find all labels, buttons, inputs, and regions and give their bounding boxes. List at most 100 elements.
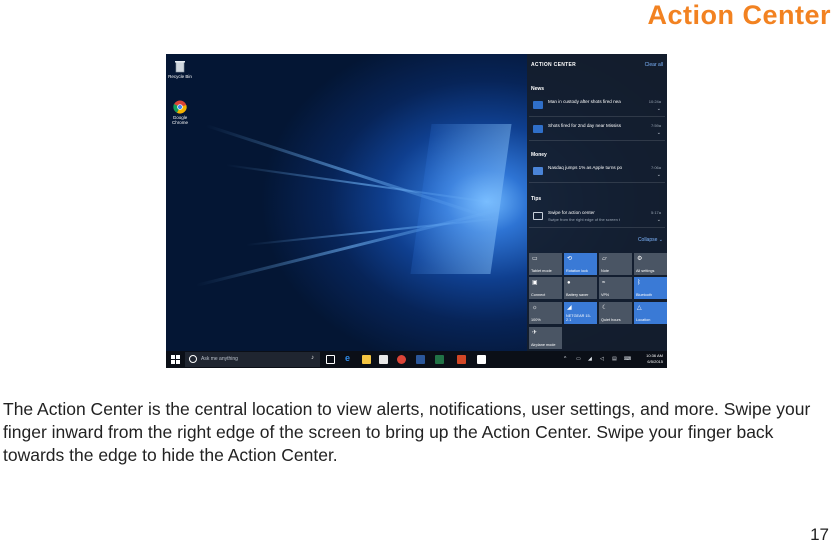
tile-label: All settings xyxy=(636,269,655,273)
task-view-icon[interactable] xyxy=(326,355,335,364)
rotation-lock-icon: ⟲ xyxy=(567,256,573,262)
tile-label: Battery saver xyxy=(566,293,589,297)
notification-news-1[interactable]: Man in custody after shots fired nea 10:… xyxy=(529,95,665,117)
connect-icon: ▣ xyxy=(532,280,538,286)
store-icon[interactable] xyxy=(379,355,388,364)
news-app-icon xyxy=(533,125,543,133)
excel-icon[interactable] xyxy=(435,355,444,364)
wifi-icon: ◢ xyxy=(567,305,572,311)
tile-quiet-hours[interactable]: ☾ Quiet hours xyxy=(599,302,632,324)
search-placeholder: Ask me anything xyxy=(201,356,238,362)
volume-icon[interactable]: ◁ xyxy=(600,356,604,362)
microphone-icon[interactable]: ♪ xyxy=(311,355,314,361)
tile-label: Location xyxy=(636,318,651,322)
clock-date: 6/5/2015 xyxy=(647,359,663,364)
notification-text: Shots fired for 2nd day near Mississ xyxy=(548,123,622,128)
notification-time: 7:06a xyxy=(650,165,661,170)
page-number: 17 xyxy=(810,525,829,544)
money-app-icon xyxy=(533,167,543,175)
note-icon: ▱ xyxy=(602,256,607,262)
bluetooth-icon: ᛒ xyxy=(637,280,641,286)
collapse-label: Collapse xyxy=(637,237,658,243)
acrobat-icon[interactable] xyxy=(477,355,486,364)
tile-brightness[interactable]: ☼ 100% xyxy=(529,302,562,324)
tile-label: 100% xyxy=(531,318,541,322)
taskbar: Ask me anything ♪ e ^ ▭ ◢ ◁ ▤ ⌨ 10:36 AM… xyxy=(166,351,667,368)
tile-rotation-lock[interactable]: ⟲ Rotation lock xyxy=(564,253,597,275)
tile-label: Tablet mode xyxy=(531,269,552,273)
tile-label: Rotation lock xyxy=(566,269,588,273)
chrome-label: Google Chrome xyxy=(171,115,188,125)
notification-tip-1[interactable]: Swipe for action center Swipe from the r… xyxy=(529,206,665,228)
tile-location[interactable]: △ Location xyxy=(634,302,667,324)
recycle-bin-shortcut[interactable]: Recycle Bin xyxy=(166,59,194,79)
chevron-down-icon[interactable]: ⌄ xyxy=(657,173,661,178)
collapse-link[interactable]: Collapse ⌄ xyxy=(638,237,663,243)
clear-all-link[interactable]: Clear all xyxy=(645,62,663,68)
notification-time: 5:17a xyxy=(650,210,661,215)
tile-bluetooth[interactable]: ᛒ Bluetooth xyxy=(634,277,667,299)
cortana-icon xyxy=(189,355,197,363)
tile-tablet-mode[interactable]: ▭ Tablet mode xyxy=(529,253,562,275)
notification-news-2[interactable]: Shots fired for 2nd day near Mississ 7:5… xyxy=(529,119,665,141)
notification-money-1[interactable]: Nasdaq jumps 1% as Apple turns po 7:06a … xyxy=(529,161,665,183)
group-news-label: News xyxy=(531,86,545,92)
edge-icon[interactable]: e xyxy=(345,354,354,363)
tile-label: Quiet hours xyxy=(601,318,621,322)
tile-all-settings[interactable]: ⚙ All settings xyxy=(634,253,667,275)
tile-connect[interactable]: ▣ Connect xyxy=(529,277,562,299)
wifi-tray-icon[interactable]: ◢ xyxy=(588,356,592,362)
chrome-taskbar-icon[interactable] xyxy=(397,355,406,364)
notification-text: Nasdaq jumps 1% as Apple turns po xyxy=(548,165,623,170)
powerpoint-icon[interactable] xyxy=(457,355,466,364)
tile-network[interactable]: ◢ NETGEAR 15-2.1 xyxy=(564,302,597,324)
tile-label: Connect xyxy=(531,293,546,297)
chevron-down-icon[interactable]: ⌄ xyxy=(657,131,661,136)
chevron-down-icon[interactable]: ⌄ xyxy=(657,107,661,112)
tile-label: Note xyxy=(601,269,610,273)
brightness-icon: ☼ xyxy=(532,305,538,311)
recycle-bin-label: Recycle Bin xyxy=(168,74,192,79)
battery-icon[interactable]: ▭ xyxy=(576,356,581,362)
windows-desktop-screenshot: Recycle Bin Google Chrome ACTION CENTER … xyxy=(166,54,667,368)
tile-label: Airplane mode xyxy=(531,343,556,347)
location-icon: △ xyxy=(637,305,642,311)
tile-battery-saver[interactable]: ● Battery saver xyxy=(564,277,597,299)
body-paragraph: The Action Center is the central locatio… xyxy=(3,399,811,465)
tile-label: VPN xyxy=(601,293,609,297)
tile-label: Bluetooth xyxy=(636,293,653,297)
tablet-mode-icon: ▭ xyxy=(532,256,538,262)
group-tips-label: Tips xyxy=(531,196,542,202)
chrome-icon xyxy=(173,100,187,114)
chevron-up-icon[interactable]: ^ xyxy=(564,356,566,362)
moon-icon: ☾ xyxy=(602,305,608,311)
notification-time: 10:24a xyxy=(648,99,661,104)
recycle-bin-icon xyxy=(175,61,185,73)
chevron-down-icon[interactable]: ⌄ xyxy=(657,218,661,223)
keyboard-icon[interactable]: ⌨ xyxy=(624,356,631,362)
windows-start-icon[interactable] xyxy=(171,355,180,364)
airplane-icon: ✈ xyxy=(532,330,538,336)
notifications-icon[interactable]: ▤ xyxy=(612,356,617,362)
news-app-icon xyxy=(533,101,543,109)
tile-note[interactable]: ▱ Note xyxy=(599,253,632,275)
taskbar-clock[interactable]: 10:36 AM 6/5/2015 xyxy=(646,353,663,365)
tile-vpn[interactable]: ≈ VPN xyxy=(599,277,632,299)
notification-text: Swipe for action center xyxy=(548,210,595,215)
cortana-search-box[interactable]: Ask me anything ♪ xyxy=(185,352,320,367)
tile-airplane-mode[interactable]: ✈ Airplane mode xyxy=(529,327,562,349)
battery-saver-icon: ● xyxy=(567,280,571,286)
wallpaper-window-light xyxy=(410,124,512,274)
vpn-icon: ≈ xyxy=(602,280,606,286)
action-center-panel: ACTION CENTER Clear all News Man in cust… xyxy=(527,54,667,351)
word-icon[interactable] xyxy=(416,355,425,364)
gear-icon: ⚙ xyxy=(637,256,643,262)
notification-subtext: Swipe from the right edge of the screen … xyxy=(548,217,621,222)
tile-label: NETGEAR 15-2.1 xyxy=(566,314,591,322)
page-title: Action Center xyxy=(647,0,831,30)
notification-time: 7:59a xyxy=(650,123,661,128)
file-explorer-icon[interactable] xyxy=(362,355,371,364)
action-center-header: ACTION CENTER xyxy=(531,62,577,68)
chrome-shortcut[interactable]: Google Chrome xyxy=(166,100,194,125)
group-money-label: Money xyxy=(531,152,547,158)
